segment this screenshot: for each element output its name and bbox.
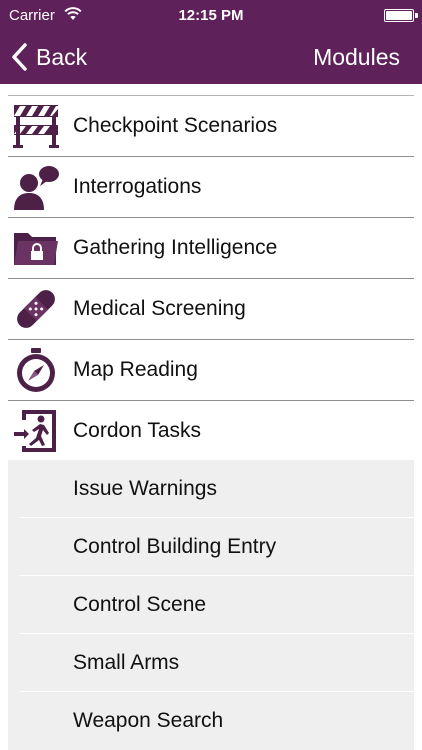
module-row-medical-screening[interactable]: Medical Screening xyxy=(8,279,414,340)
module-label: Gathering Intelligence xyxy=(73,236,278,259)
back-button[interactable]: Back xyxy=(10,40,87,74)
module-row-checkpoint-scenarios[interactable]: Checkpoint Scenarios xyxy=(8,96,414,157)
subtask-row-control-building-entry[interactable]: Control Building Entry xyxy=(8,518,414,576)
module-row-interrogations[interactable]: Interrogations xyxy=(8,157,414,218)
person-speech-icon xyxy=(14,166,59,210)
bandage-icon xyxy=(17,290,55,328)
navigation-bar: Carrier 12:15 PM Back Modules xyxy=(0,0,422,84)
subtask-row-control-scene[interactable]: Control Scene xyxy=(8,576,414,634)
subtask-row-issue-warnings[interactable]: Issue Warnings xyxy=(8,460,414,518)
barrier-icon xyxy=(13,105,59,148)
module-label: Interrogations xyxy=(73,175,202,198)
locked-folder-icon xyxy=(14,233,58,265)
subtask-label: Small Arms xyxy=(73,651,180,674)
compass-icon xyxy=(17,348,55,392)
subtask-row-small-arms[interactable]: Small Arms xyxy=(8,634,414,692)
subtask-label: Weapon Search xyxy=(73,709,224,732)
subtask-label: Control Scene xyxy=(73,593,207,616)
subtask-label: Control Building Entry xyxy=(73,535,277,558)
module-label: Checkpoint Scenarios xyxy=(73,114,278,137)
subtask-label: Issue Warnings xyxy=(73,477,217,500)
module-label: Cordon Tasks xyxy=(73,419,202,442)
module-label: Medical Screening xyxy=(73,297,246,320)
chevron-left-icon xyxy=(12,43,27,71)
battery-icon xyxy=(384,9,418,22)
module-row-gathering-intelligence[interactable]: Gathering Intelligence xyxy=(8,218,414,279)
status-bar: Carrier 12:15 PM xyxy=(0,0,422,32)
module-label: Map Reading xyxy=(73,358,198,381)
module-row-cordon-tasks[interactable]: Cordon Tasks xyxy=(8,401,414,462)
page-title: Modules xyxy=(313,44,400,70)
subtask-row-weapon-search[interactable]: Weapon Search xyxy=(8,692,414,750)
back-label: Back xyxy=(36,43,88,70)
status-time: 12:15 PM xyxy=(178,7,244,24)
exit-door-icon xyxy=(14,410,56,452)
module-row-map-reading[interactable]: Map Reading xyxy=(8,340,414,401)
